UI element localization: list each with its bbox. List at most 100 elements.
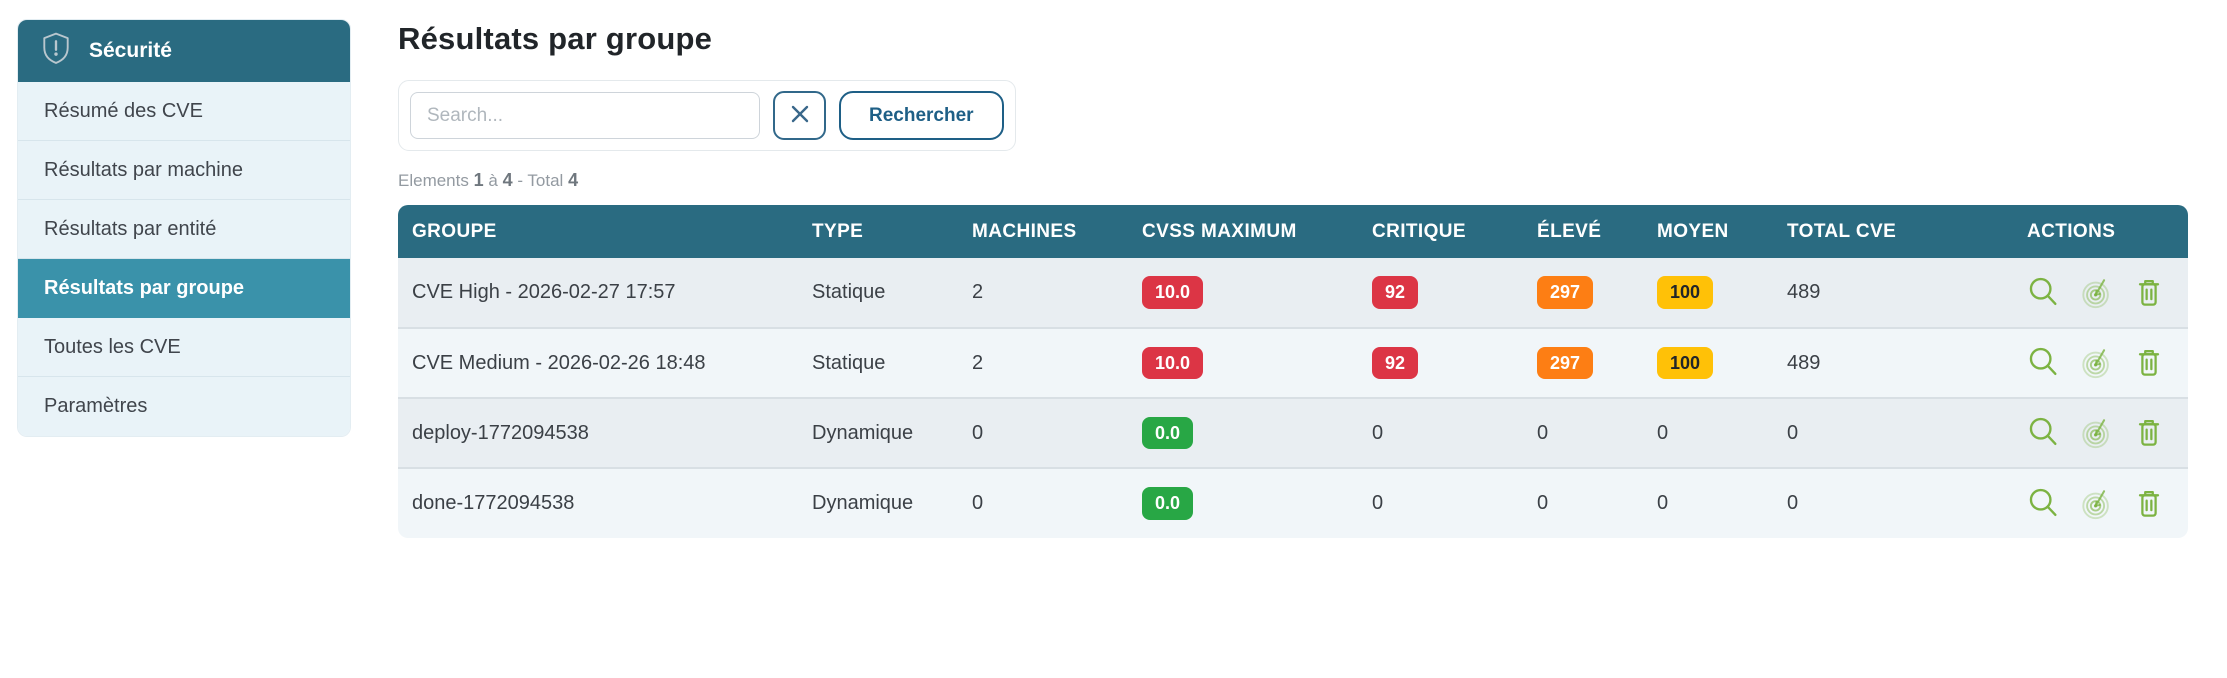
cell-critique: 0	[1358, 398, 1523, 468]
sidebar-header: Sécurité	[18, 20, 350, 82]
pagination-total-label: Total	[527, 171, 563, 190]
cell-total-cve: 0	[1773, 468, 2013, 538]
severity-badge: 92	[1372, 276, 1418, 309]
table-body: CVE High - 2026-02-27 17:57 Statique 2 1…	[398, 258, 2188, 538]
trash-icon	[2132, 276, 2166, 310]
cell-total-cve: 489	[1773, 258, 2013, 328]
sidebar-item-resultats-par-groupe[interactable]: Résultats par groupe	[18, 259, 350, 318]
cell-cvss-maximum: 0.0	[1128, 398, 1358, 468]
pagination-summary: Elements 1 à 4 - Total 4	[398, 170, 2198, 191]
cell-critique: 92	[1358, 328, 1523, 398]
cell-total-cve: 489	[1773, 328, 2013, 398]
main-content: Résultats par groupe Rechercher Elements…	[398, 14, 2198, 538]
cell-actions	[2013, 468, 2188, 538]
magnifier-icon	[2027, 487, 2061, 521]
sidebar-item-resume-des-cve[interactable]: Résumé des CVE	[18, 82, 350, 141]
sidebar-item-resultats-par-entite[interactable]: Résultats par entité	[18, 200, 350, 259]
target-scan-button[interactable]	[2080, 346, 2114, 380]
cell-type: Statique	[798, 328, 958, 398]
cell-moyen: 100	[1643, 258, 1773, 328]
target-scan-button[interactable]	[2080, 276, 2114, 310]
table-row: CVE Medium - 2026-02-26 18:48 Statique 2…	[398, 328, 2188, 398]
target-scan-button[interactable]	[2080, 416, 2114, 450]
delete-button[interactable]	[2132, 416, 2166, 450]
magnifier-icon	[2027, 346, 2061, 380]
cell-moyen: 0	[1643, 398, 1773, 468]
column-header: TOTAL CVE	[1773, 205, 2013, 258]
pagination-from: 1	[474, 170, 484, 190]
target-icon	[2080, 487, 2114, 521]
column-header: CVSS MAXIMUM	[1128, 205, 1358, 258]
severity-badge: 297	[1537, 347, 1593, 380]
view-details-button[interactable]	[2027, 416, 2061, 450]
target-icon	[2080, 416, 2114, 450]
sidebar-item-toutes-les-cve[interactable]: Toutes les CVE	[18, 318, 350, 377]
sidebar-item-label: Résultats par machine	[44, 159, 243, 182]
results-table-container: GROUPETYPEMACHINESCVSS MAXIMUMCRITIQUEÉL…	[398, 205, 2188, 538]
trash-icon	[2132, 487, 2166, 521]
table-row: deploy-1772094538 Dynamique 0 0.0 0 0 0 …	[398, 398, 2188, 468]
pagination-a-label: à	[488, 171, 497, 190]
cell-groupe: deploy-1772094538	[398, 398, 798, 468]
column-header: MACHINES	[958, 205, 1128, 258]
severity-badge: 100	[1657, 276, 1713, 309]
severity-badge: 92	[1372, 347, 1418, 380]
cell-machines: 0	[958, 398, 1128, 468]
cell-moyen: 0	[1643, 468, 1773, 538]
cell-cvss-maximum: 10.0	[1128, 258, 1358, 328]
cell-actions	[2013, 328, 2188, 398]
severity-badge: 10.0	[1142, 276, 1203, 309]
delete-button[interactable]	[2132, 487, 2166, 521]
cell-critique: 0	[1358, 468, 1523, 538]
results-table: GROUPETYPEMACHINESCVSS MAXIMUMCRITIQUEÉL…	[398, 205, 2188, 538]
sidebar-title: Sécurité	[89, 39, 172, 63]
table-header-row: GROUPETYPEMACHINESCVSS MAXIMUMCRITIQUEÉL…	[398, 205, 2188, 258]
severity-badge: 10.0	[1142, 347, 1203, 380]
column-header: ACTIONS	[2013, 205, 2188, 258]
sidebar-item-label: Paramètres	[44, 395, 147, 418]
cell-machines: 2	[958, 258, 1128, 328]
severity-badge: 0.0	[1142, 487, 1193, 520]
cell-total-cve: 0	[1773, 398, 2013, 468]
target-scan-button[interactable]	[2080, 487, 2114, 521]
pagination-elements-label: Elements	[398, 171, 469, 190]
search-input[interactable]	[410, 92, 760, 139]
cell-actions	[2013, 398, 2188, 468]
magnifier-icon	[2027, 416, 2061, 450]
view-details-button[interactable]	[2027, 487, 2061, 521]
column-header: MOYEN	[1643, 205, 1773, 258]
page-title: Résultats par groupe	[398, 21, 2198, 57]
shield-exclamation-icon	[38, 30, 74, 72]
sidebar-nav: Résumé des CVE Résultats par machine Rés…	[18, 82, 350, 436]
cell-moyen: 100	[1643, 328, 1773, 398]
column-header: GROUPE	[398, 205, 798, 258]
view-details-button[interactable]	[2027, 276, 2061, 310]
clear-search-button[interactable]	[773, 91, 826, 140]
cell-type: Statique	[798, 258, 958, 328]
sidebar: Sécurité Résumé des CVE Résultats par ma…	[18, 20, 350, 436]
delete-button[interactable]	[2132, 276, 2166, 310]
search-button[interactable]: Rechercher	[839, 91, 1004, 140]
delete-button[interactable]	[2132, 346, 2166, 380]
pagination-to: 4	[503, 170, 513, 190]
target-icon	[2080, 346, 2114, 380]
column-header: TYPE	[798, 205, 958, 258]
table-row: CVE High - 2026-02-27 17:57 Statique 2 1…	[398, 258, 2188, 328]
cell-eleve: 297	[1523, 258, 1643, 328]
sidebar-item-label: Résumé des CVE	[44, 100, 203, 123]
trash-icon	[2132, 346, 2166, 380]
sidebar-item-parametres[interactable]: Paramètres	[18, 377, 350, 436]
cell-cvss-maximum: 10.0	[1128, 328, 1358, 398]
cell-eleve: 0	[1523, 468, 1643, 538]
sidebar-item-label: Résultats par groupe	[44, 277, 244, 300]
severity-badge: 100	[1657, 347, 1713, 380]
cell-type: Dynamique	[798, 398, 958, 468]
x-icon	[788, 102, 812, 129]
cell-groupe: CVE High - 2026-02-27 17:57	[398, 258, 798, 328]
view-details-button[interactable]	[2027, 346, 2061, 380]
sidebar-item-resultats-par-machine[interactable]: Résultats par machine	[18, 141, 350, 200]
cell-eleve: 0	[1523, 398, 1643, 468]
cell-groupe: CVE Medium - 2026-02-26 18:48	[398, 328, 798, 398]
cell-machines: 0	[958, 468, 1128, 538]
cell-actions	[2013, 258, 2188, 328]
